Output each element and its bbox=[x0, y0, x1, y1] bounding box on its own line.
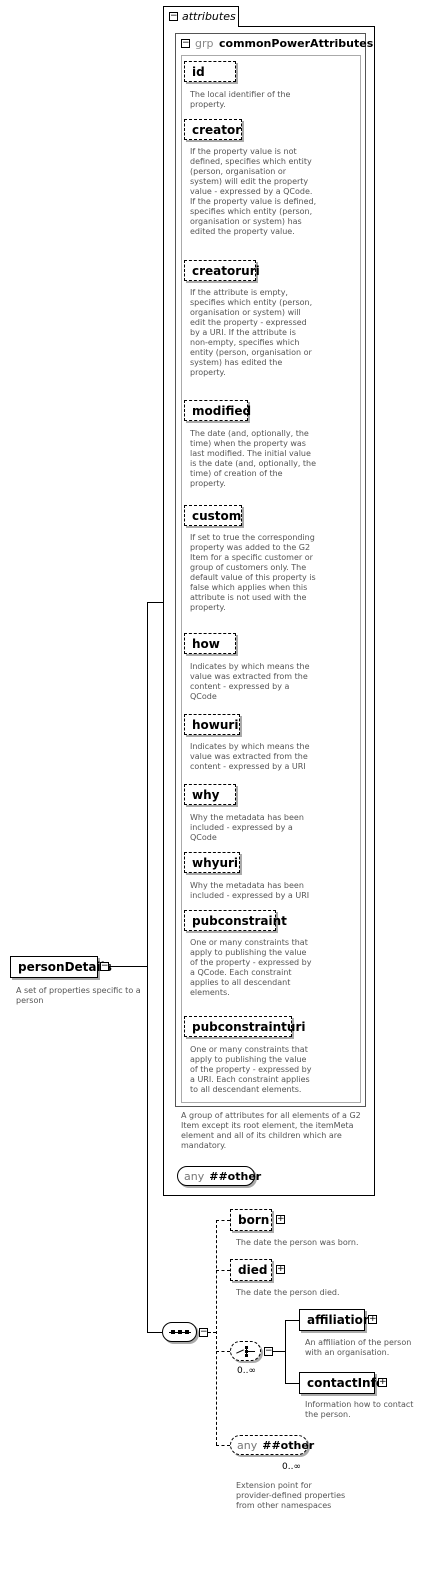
attribute-creator[interactable]: creator bbox=[184, 119, 242, 140]
collapse-icon[interactable]: − bbox=[169, 12, 178, 21]
attribute-how[interactable]: how bbox=[184, 633, 236, 654]
connector-line bbox=[285, 1320, 286, 1383]
collapse-icon[interactable]: − bbox=[100, 962, 109, 971]
collapse-icon[interactable]: − bbox=[264, 1347, 273, 1356]
affiliation-desc: An affiliation of the person with an orga… bbox=[305, 1338, 412, 1357]
attributes-label: attributes bbox=[182, 10, 236, 23]
sequence-compositor[interactable] bbox=[162, 1322, 197, 1342]
born-desc: The date the person was born. bbox=[236, 1238, 359, 1247]
died-desc: The date the person died. bbox=[236, 1288, 340, 1297]
died-element[interactable]: died bbox=[230, 1259, 272, 1281]
expand-icon[interactable]: + bbox=[368, 1315, 377, 1324]
connector-line bbox=[147, 1332, 162, 1333]
any-other-occurrence: 0..∞ bbox=[282, 1462, 301, 1472]
attribute-custom[interactable]: custom bbox=[184, 505, 242, 526]
group-desc: A group of attributes for all elements o… bbox=[181, 1111, 361, 1150]
expand-icon[interactable]: + bbox=[276, 1265, 285, 1274]
connector-line bbox=[216, 1220, 230, 1221]
connector-line bbox=[216, 1270, 230, 1271]
attribute-why-desc: Why the metadata has been included - expr… bbox=[190, 813, 304, 842]
attributes-any-other[interactable]: any ##other bbox=[177, 1166, 261, 1186]
attribute-pubconstrainturi-desc: One or many constraints that apply to pub… bbox=[190, 1045, 312, 1094]
connector-line bbox=[216, 1445, 230, 1446]
connector-line bbox=[216, 1351, 230, 1352]
attribute-pubconstraint[interactable]: pubconstraint bbox=[184, 910, 287, 931]
attribute-creator-desc: If the property value is not defined, spe… bbox=[190, 147, 317, 236]
expand-icon[interactable]: + bbox=[378, 1378, 387, 1387]
attribute-modified-desc: The date (and, optionally, the time) when… bbox=[190, 429, 317, 488]
connector-line bbox=[208, 1332, 216, 1333]
group-prefix: grp bbox=[195, 37, 214, 50]
elements-any-other[interactable]: any ##other bbox=[230, 1435, 314, 1455]
attribute-whyuri-desc: Why the metadata has been included - expr… bbox=[190, 881, 310, 900]
affiliation-element[interactable]: affiliation bbox=[299, 1309, 371, 1331]
attribute-howuri[interactable]: howuri bbox=[184, 714, 240, 735]
person-details-desc: A set of properties specific to a person bbox=[16, 986, 141, 1005]
attribute-how-desc: Indicates by which means the value was ex… bbox=[190, 662, 310, 701]
attribute-creatoruri[interactable]: creatoruri bbox=[184, 260, 260, 281]
any-other-desc: Extension point for provider-defined prop… bbox=[236, 1481, 346, 1510]
connector-line bbox=[273, 1351, 285, 1352]
connector-line bbox=[285, 1320, 299, 1321]
contact-info-desc: Information how to contact the person. bbox=[305, 1400, 414, 1419]
connector-line bbox=[109, 966, 147, 967]
expand-icon[interactable]: + bbox=[276, 1215, 285, 1224]
connector-line bbox=[216, 1220, 217, 1445]
connector-line bbox=[147, 602, 148, 1332]
attribute-id[interactable]: id bbox=[184, 61, 236, 82]
connector-line bbox=[147, 602, 163, 603]
attribute-creatoruri-desc: If the attribute is empty, specifies whic… bbox=[190, 288, 313, 377]
attribute-why[interactable]: why bbox=[184, 784, 236, 805]
choice-compositor[interactable] bbox=[230, 1341, 261, 1361]
person-details-element[interactable]: personDetails bbox=[10, 956, 112, 978]
choice-occurrence: 0..∞ bbox=[237, 1366, 256, 1376]
group-header[interactable]: − grp commonPowerAttributes bbox=[181, 37, 373, 51]
collapse-icon[interactable]: − bbox=[199, 1328, 208, 1337]
connector-line bbox=[285, 1383, 299, 1384]
collapse-icon[interactable]: − bbox=[181, 39, 190, 48]
born-element[interactable]: born bbox=[230, 1209, 272, 1231]
attribute-custom-desc: If set to true the corresponding property… bbox=[190, 533, 316, 612]
contact-info-element[interactable]: contactInfo bbox=[299, 1372, 384, 1394]
attribute-howuri-desc: Indicates by which means the value was ex… bbox=[190, 742, 310, 771]
group-name: commonPowerAttributes bbox=[219, 37, 374, 50]
attributes-tab[interactable]: − attributes bbox=[163, 6, 239, 27]
attribute-whyuri[interactable]: whyuri bbox=[184, 852, 240, 873]
attribute-pubconstrainturi[interactable]: pubconstrainturi bbox=[184, 1016, 305, 1037]
attribute-pubconstraint-desc: One or many constraints that apply to pub… bbox=[190, 938, 312, 997]
attribute-id-desc: The local identifier of the property. bbox=[190, 90, 291, 109]
attribute-modified[interactable]: modified bbox=[184, 400, 251, 421]
